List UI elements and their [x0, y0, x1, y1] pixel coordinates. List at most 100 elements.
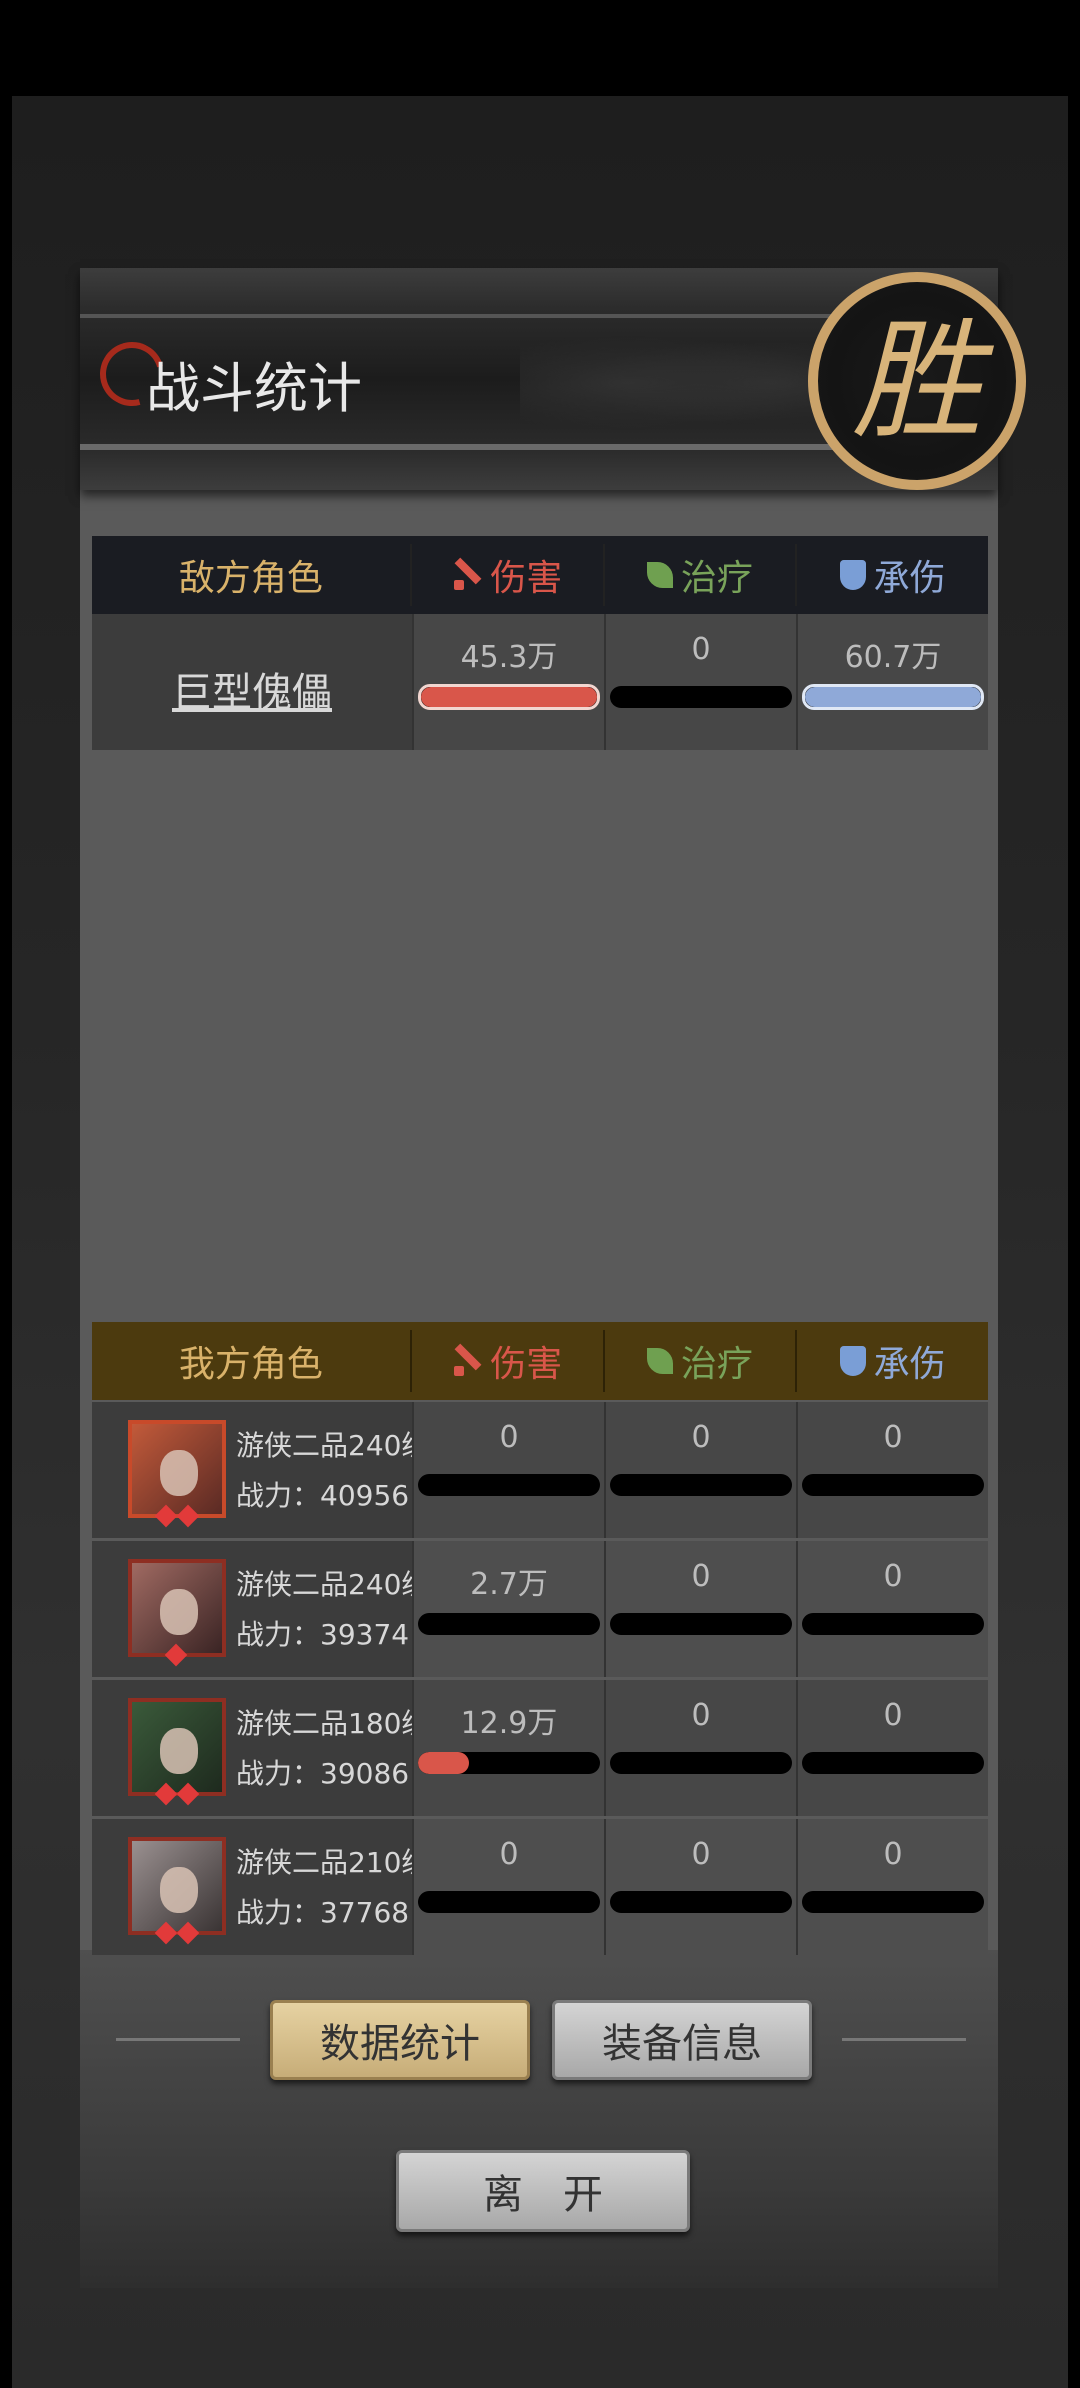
equipment-info-tab[interactable]: 装备信息: [552, 2000, 812, 2080]
tank-column-header: 承伤: [795, 1330, 988, 1392]
enemy-row: 巨型傀儡 45.3万 0 60.7万: [92, 614, 988, 750]
heal-bar: [610, 1613, 792, 1635]
hero-level: 游侠二品180级: [236, 1707, 430, 1740]
enemy-name-cell: 巨型傀儡: [92, 614, 412, 750]
heal-bar: [610, 1752, 792, 1774]
hero-level: 游侠二品240级: [236, 1429, 430, 1462]
ally-table-header: 我方角色 伤害 治疗 承伤: [92, 1322, 988, 1400]
tank-bar: [802, 1474, 984, 1496]
damage-value: 12.9万: [460, 1706, 558, 1741]
tank-bar: [802, 1613, 984, 1635]
heal-cell: 0: [604, 1680, 796, 1816]
enemy-tank-value: 60.7万: [844, 640, 942, 675]
victory-seal: 胜: [808, 272, 1026, 490]
enemy-tank-cell: 60.7万: [796, 614, 988, 750]
heal-column-header: 治疗: [602, 544, 796, 606]
heal-column-header: 治疗: [602, 1330, 796, 1392]
data-stats-tab[interactable]: 数据统计: [270, 2000, 530, 2080]
enemy-damage-value: 45.3万: [460, 640, 558, 675]
tank-cell: 0: [796, 1402, 988, 1538]
tank-cell: 0: [796, 1541, 988, 1677]
hero-cell: 游侠二品180级 战力：39086: [92, 1680, 429, 1816]
enemy-heal-value: 0: [691, 632, 711, 667]
star-gem-icon: [176, 1921, 200, 1945]
hero-cell: 游侠二品240级 战力：39374: [92, 1541, 429, 1677]
damage-bar: [418, 1613, 600, 1635]
leaf-icon: [646, 1348, 673, 1374]
leaf-icon: [646, 562, 673, 588]
enemy-damage-fill: [421, 687, 597, 707]
star-gem-icon: [176, 1782, 200, 1806]
enemy-heal-cell: 0: [604, 614, 796, 750]
damage-column-header: 伤害: [409, 544, 603, 606]
hero-power: 战力：39086: [236, 1757, 410, 1790]
enemy-name-link[interactable]: 巨型傀儡: [92, 660, 412, 718]
enemy-tank-fill: [805, 687, 981, 707]
heal-cell: 0: [604, 1402, 796, 1538]
hero-portrait: [160, 1450, 198, 1496]
hero-avatar[interactable]: [128, 1559, 226, 1667]
shield-icon: [839, 1346, 866, 1376]
damage-cell: 2.7万: [412, 1541, 604, 1677]
heal-value: 0: [691, 1698, 711, 1733]
tank-bar: [802, 1891, 984, 1913]
heal-cell: 0: [604, 1819, 796, 1955]
hero-power: 战力：40956: [236, 1479, 410, 1512]
tank-value: 0: [883, 1559, 903, 1594]
damage-cell: 12.9万: [412, 1680, 604, 1816]
ally-row: 游侠二品240级 战力：40956 0 0 0: [92, 1402, 988, 1538]
hero-avatar[interactable]: [128, 1698, 226, 1806]
tank-cell: 0: [796, 1819, 988, 1955]
damage-value: 2.7万: [470, 1567, 548, 1602]
star-gem-icon: [154, 1504, 178, 1528]
ally-row: 游侠二品240级 战力：39374 2.7万 0 0: [92, 1541, 988, 1677]
panel-bottom-shade: [80, 1950, 998, 2288]
enemy-damage-cell: 45.3万: [412, 614, 604, 750]
damage-bar: [418, 1891, 600, 1913]
damage-bar: [418, 1752, 600, 1774]
damage-column-header: 伤害: [409, 1330, 603, 1392]
sword-icon: [452, 1346, 482, 1376]
tank-value: 0: [883, 1420, 903, 1455]
star-gem-icon: [164, 1643, 188, 1667]
hero-portrait: [160, 1589, 198, 1635]
sword-icon: [452, 560, 482, 590]
leave-button[interactable]: 离 开: [396, 2150, 690, 2232]
damage-value: 0: [499, 1420, 519, 1455]
damage-value: 0: [499, 1837, 519, 1872]
hero-level: 游侠二品240级: [236, 1568, 430, 1601]
tank-cell: 0: [796, 1680, 988, 1816]
shield-icon: [839, 560, 866, 590]
tank-column-header: 承伤: [795, 544, 988, 606]
hero-power: 战力：39374: [236, 1618, 410, 1651]
heal-bar: [610, 1474, 792, 1496]
enemy-heal-bar: [610, 686, 792, 708]
damage-cell: 0: [412, 1819, 604, 1955]
hero-avatar[interactable]: [128, 1420, 226, 1528]
heal-cell: 0: [604, 1541, 796, 1677]
hero-power: 战力：37768: [236, 1896, 410, 1929]
hero-portrait: [160, 1867, 198, 1913]
heal-value: 0: [691, 1837, 711, 1872]
enemy-side-label: 敌方角色: [178, 558, 323, 599]
heal-value: 0: [691, 1559, 711, 1594]
hero-cell: 游侠二品210级 战力：37768: [92, 1819, 429, 1955]
hero-cell: 游侠二品240级 战力：40956: [92, 1402, 429, 1538]
heal-bar: [610, 1891, 792, 1913]
tank-value: 0: [883, 1698, 903, 1733]
enemy-tank-bar: [802, 684, 984, 710]
divider-right: [842, 2038, 966, 2041]
page-title: 战斗统计: [146, 357, 362, 420]
hero-level: 游侠二品210级: [236, 1846, 430, 1879]
ally-row: 游侠二品180级 战力：39086 12.9万 0 0: [92, 1680, 988, 1816]
enemy-table-header: 敌方角色 伤害 治疗 承伤: [92, 536, 988, 614]
ally-side-label: 我方角色: [178, 1344, 323, 1385]
ally-row: 游侠二品210级 战力：37768 0 0 0: [92, 1819, 988, 1955]
star-gem-icon: [154, 1782, 178, 1806]
tank-value: 0: [883, 1837, 903, 1872]
enemy-damage-bar: [418, 684, 600, 710]
heal-value: 0: [691, 1420, 711, 1455]
star-gem-icon: [176, 1504, 200, 1528]
hero-avatar[interactable]: [128, 1837, 226, 1945]
damage-bar: [418, 1474, 600, 1496]
